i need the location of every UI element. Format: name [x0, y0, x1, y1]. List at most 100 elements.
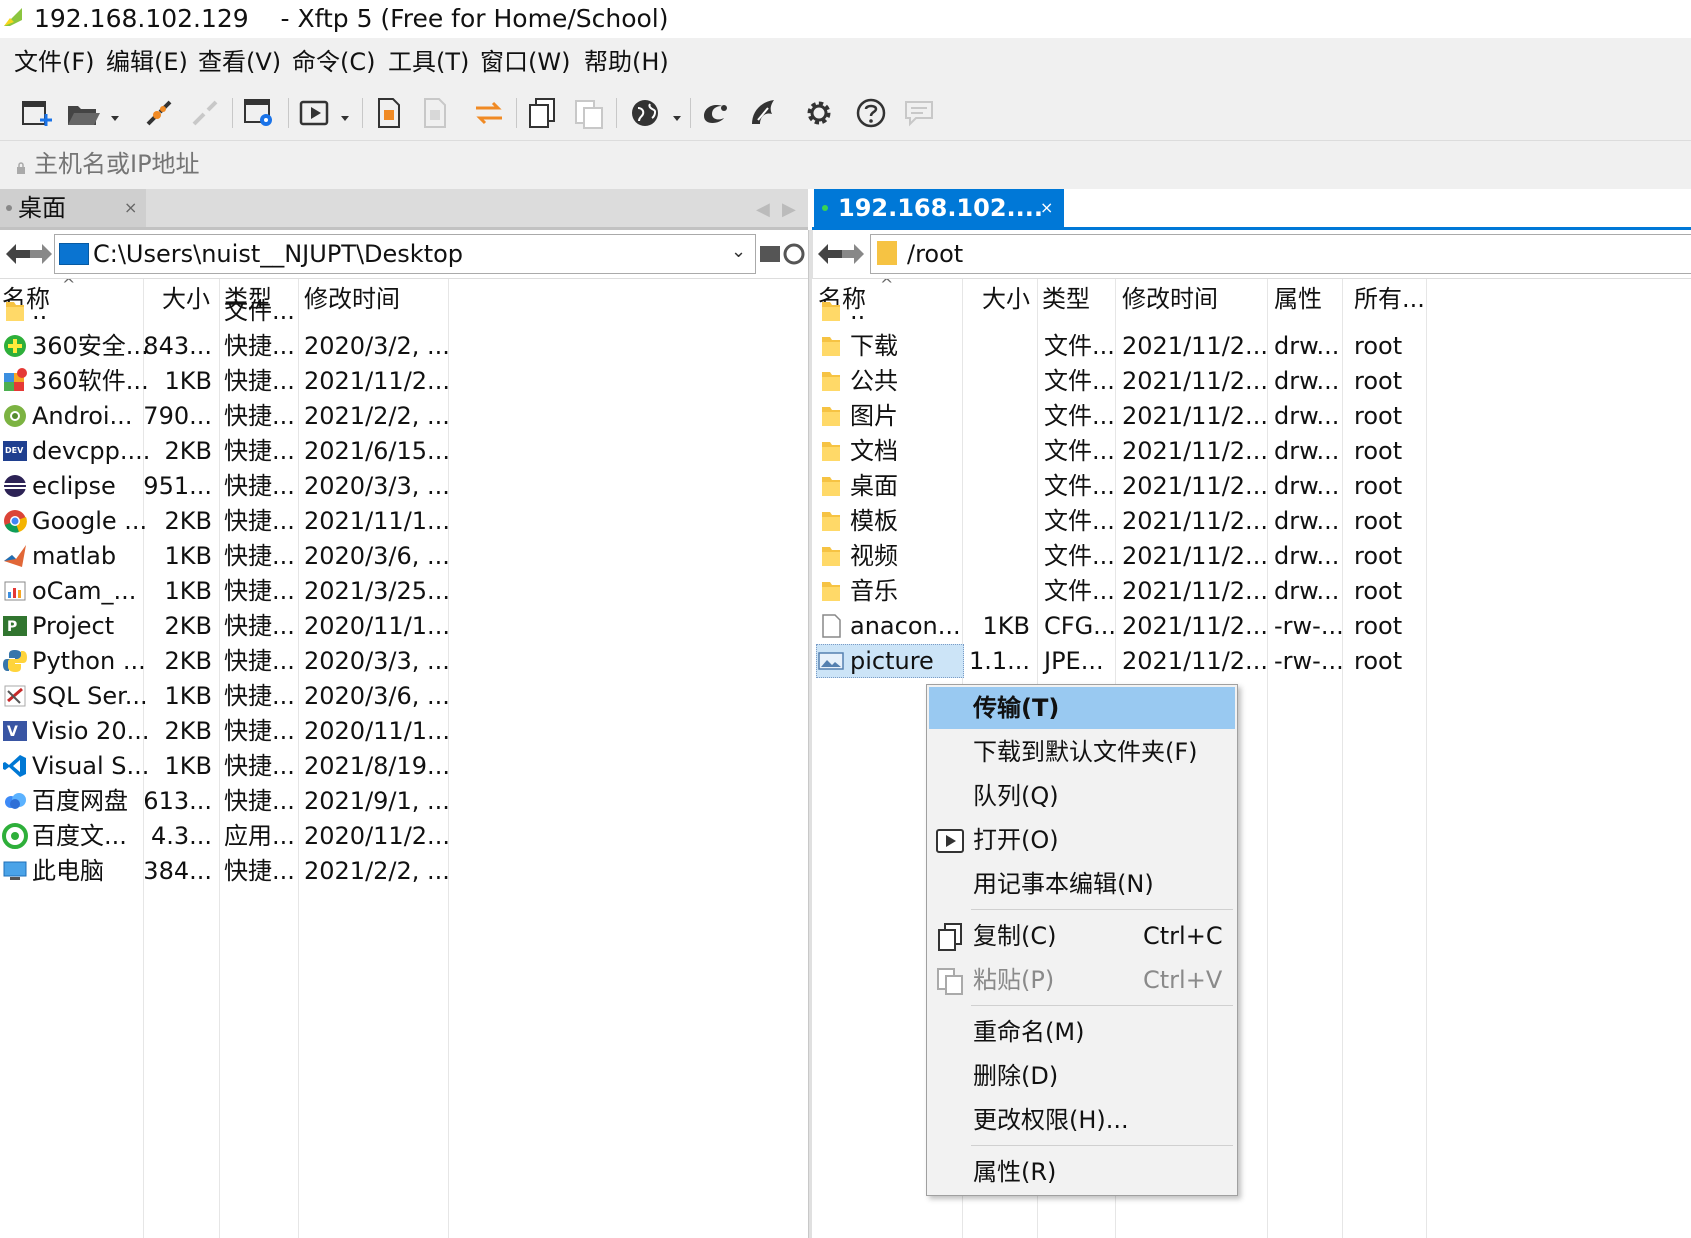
table-row[interactable]: oCam_... 1KB 快捷... 2021/3/25... [0, 574, 450, 608]
table-row[interactable]: matlab 1KB 快捷... 2020/3/6, ... [0, 539, 450, 573]
xshell-icon[interactable] [698, 94, 736, 132]
menu-file[interactable]: 文件(F) [14, 46, 95, 78]
menu-item-download-default[interactable]: 下载到默认文件夹(F) [929, 731, 1235, 773]
chevron-left-icon[interactable]: ◀ [756, 199, 770, 220]
table-row[interactable]: 模板 文件... 2021/11/2... drw... root [812, 504, 1512, 538]
table-row[interactable]: 360安全... 843... 快捷... 2020/3/2, ... [0, 329, 450, 363]
menu-item-properties[interactable]: 属性(R) [929, 1151, 1235, 1193]
help-icon[interactable] [852, 94, 890, 132]
tab-local-desktop[interactable]: 桌面 × [0, 189, 146, 227]
table-row[interactable]: Google ... 2KB 快捷... 2021/11/1... [0, 504, 450, 538]
table-row[interactable]: 百度网盘 613... 快捷... 2021/9/1, ... [0, 784, 450, 818]
chevron-down-icon[interactable] [110, 108, 120, 121]
cell-modified: 2021/11/2... [1122, 542, 1268, 570]
table-row[interactable]: 下载 文件... 2021/11/2... drw... root [812, 329, 1512, 363]
menu-view[interactable]: 查看(V) [198, 46, 281, 78]
xftp-logo-icon [2, 6, 24, 28]
table-row[interactable]: Python ... 2KB 快捷... 2020/3/3, ... [0, 644, 450, 678]
tab-remote-session[interactable]: 192.168.102.... × [814, 189, 1064, 227]
xmanager-icon[interactable] [744, 94, 782, 132]
table-row[interactable]: 图片 文件... 2021/11/2... drw... root [812, 399, 1512, 433]
new-session-icon[interactable] [18, 94, 56, 132]
cell-modified: 2021/11/2... [304, 367, 450, 395]
remote-path-combobox[interactable]: /root [870, 234, 1691, 274]
menu-item-change-permissions[interactable]: 更改权限(H)... [929, 1099, 1235, 1141]
tab-label: 192.168.102.... [838, 194, 1043, 222]
menu-item-open[interactable]: 打开(O) [929, 819, 1235, 861]
local-file-list[interactable]: 名称 ^ 大小 类型 修改时间 .. 文件... 360安全... 843... 快捷.… [0, 279, 808, 1238]
folder-icon [818, 333, 844, 359]
table-row[interactable]: .. [812, 294, 1512, 328]
open-folder-icon[interactable] [64, 94, 102, 132]
chevron-down-icon[interactable] [340, 108, 350, 121]
back-forward-icon[interactable] [4, 240, 54, 268]
sync-icon[interactable] [470, 94, 508, 132]
cell-owner: root [1354, 367, 1403, 395]
connect-icon[interactable] [140, 94, 178, 132]
cell-size: 1KB [164, 752, 212, 780]
eclipse-icon [2, 473, 28, 499]
table-row[interactable]: 公共 文件... 2021/11/2... drw... root [812, 364, 1512, 398]
cell-size: 790... [143, 402, 212, 430]
cell-modified: 2021/11/2... [1122, 507, 1268, 535]
settings-icon[interactable] [800, 94, 838, 132]
table-row[interactable]: eclipse 951... 快捷... 2020/3/3, ... [0, 469, 450, 503]
local-path-combobox[interactable]: C:\Users\nuist__NJUPT\Desktop ⌄ [54, 234, 756, 274]
menu-tools[interactable]: 工具(T) [388, 46, 469, 78]
menu-item-rename[interactable]: 重命名(M) [929, 1011, 1235, 1053]
table-row[interactable]: V Visio 20... 2KB 快捷... 2020/11/1... [0, 714, 450, 748]
table-row[interactable]: anacon... 1KB CFG... 2021/11/2... -rw-... roo… [812, 609, 1512, 643]
session-properties-icon[interactable] [240, 94, 278, 132]
copy-icon[interactable] [524, 94, 562, 132]
cell-modified: 2021/9/1, ... [304, 787, 450, 815]
cell-type: 快捷... [224, 612, 295, 640]
menu-item-queue[interactable]: 队列(Q) [929, 775, 1235, 817]
table-row[interactable]: P Project 2KB 快捷... 2020/11/1... [0, 609, 450, 643]
project-icon: P [2, 613, 28, 639]
chevron-down-icon[interactable] [672, 108, 682, 121]
cell-name: SQL Ser... [32, 682, 148, 710]
menu-help[interactable]: 帮助(H) [584, 46, 669, 78]
cell-modified: 2021/11/2... [1122, 437, 1268, 465]
close-icon[interactable]: × [1040, 195, 1053, 221]
svg-text:V: V [7, 724, 18, 740]
cell-modified: 2021/11/2... [1122, 332, 1268, 360]
table-row[interactable]: 音乐 文件... 2021/11/2... drw... root [812, 574, 1512, 608]
cell-name: Androi... [32, 402, 133, 430]
chevron-right-icon[interactable]: ▶ [782, 199, 796, 220]
refresh-connect-icon[interactable] [758, 240, 806, 268]
table-row[interactable]: picture 1.1... JPE... 2021/11/2... -rw-... ro… [812, 644, 1512, 678]
chevron-down-icon[interactable]: ⌄ [731, 241, 746, 262]
menu-edit[interactable]: 编辑(E) [106, 46, 188, 78]
table-row[interactable]: .. 文件... [0, 294, 448, 328]
table-row[interactable]: 360软件... 1KB 快捷... 2021/11/2... [0, 364, 450, 398]
table-row[interactable]: Visual S... 1KB 快捷... 2021/8/19... [0, 749, 450, 783]
table-row[interactable]: 此电脑 384... 快捷... 2021/2/2, ... [0, 854, 450, 888]
cell-name: 桌面 [850, 472, 898, 500]
cell-modified: 2020/3/2, ... [304, 332, 450, 360]
cell-size: 2KB [164, 507, 212, 535]
cell-name: devcpp.... [32, 437, 151, 465]
globe-icon[interactable] [626, 94, 664, 132]
menu-window[interactable]: 窗口(W) [480, 46, 570, 78]
table-row[interactable]: Androi... 790... 快捷... 2021/2/2, ... [0, 399, 450, 433]
menu-command[interactable]: 命令(C) [292, 46, 375, 78]
table-row[interactable]: 百度文... 4.3... 应用... 2020/11/2... [0, 819, 450, 853]
close-icon[interactable]: × [124, 195, 137, 221]
menu-item-shortcut: Ctrl+V [1143, 966, 1223, 994]
menu-item-delete[interactable]: 删除(D) [929, 1055, 1235, 1097]
host-address-input[interactable] [34, 147, 1634, 181]
toolbar [0, 88, 1691, 140]
menu-item-edit-notepad[interactable]: 用记事本编辑(N) [929, 863, 1235, 905]
table-row[interactable]: SQL Ser... 1KB 快捷... 2020/3/6, ... [0, 679, 450, 713]
table-row[interactable]: 视频 文件... 2021/11/2... drw... root [812, 539, 1512, 573]
table-row[interactable]: 文档 文件... 2021/11/2... drw... root [812, 434, 1512, 468]
menu-item-transfer[interactable]: 传输(T) [929, 687, 1235, 729]
back-forward-icon[interactable] [816, 240, 866, 268]
menu-item-copy[interactable]: 复制(C) Ctrl+C [929, 915, 1235, 957]
cell-type: 文件... [1044, 542, 1115, 570]
open-file-icon[interactable] [296, 94, 334, 132]
table-row[interactable]: 桌面 文件... 2021/11/2... drw... root [812, 469, 1512, 503]
table-row[interactable]: DEV devcpp.... 2KB 快捷... 2021/6/15... [0, 434, 450, 468]
new-file-icon[interactable] [370, 94, 408, 132]
